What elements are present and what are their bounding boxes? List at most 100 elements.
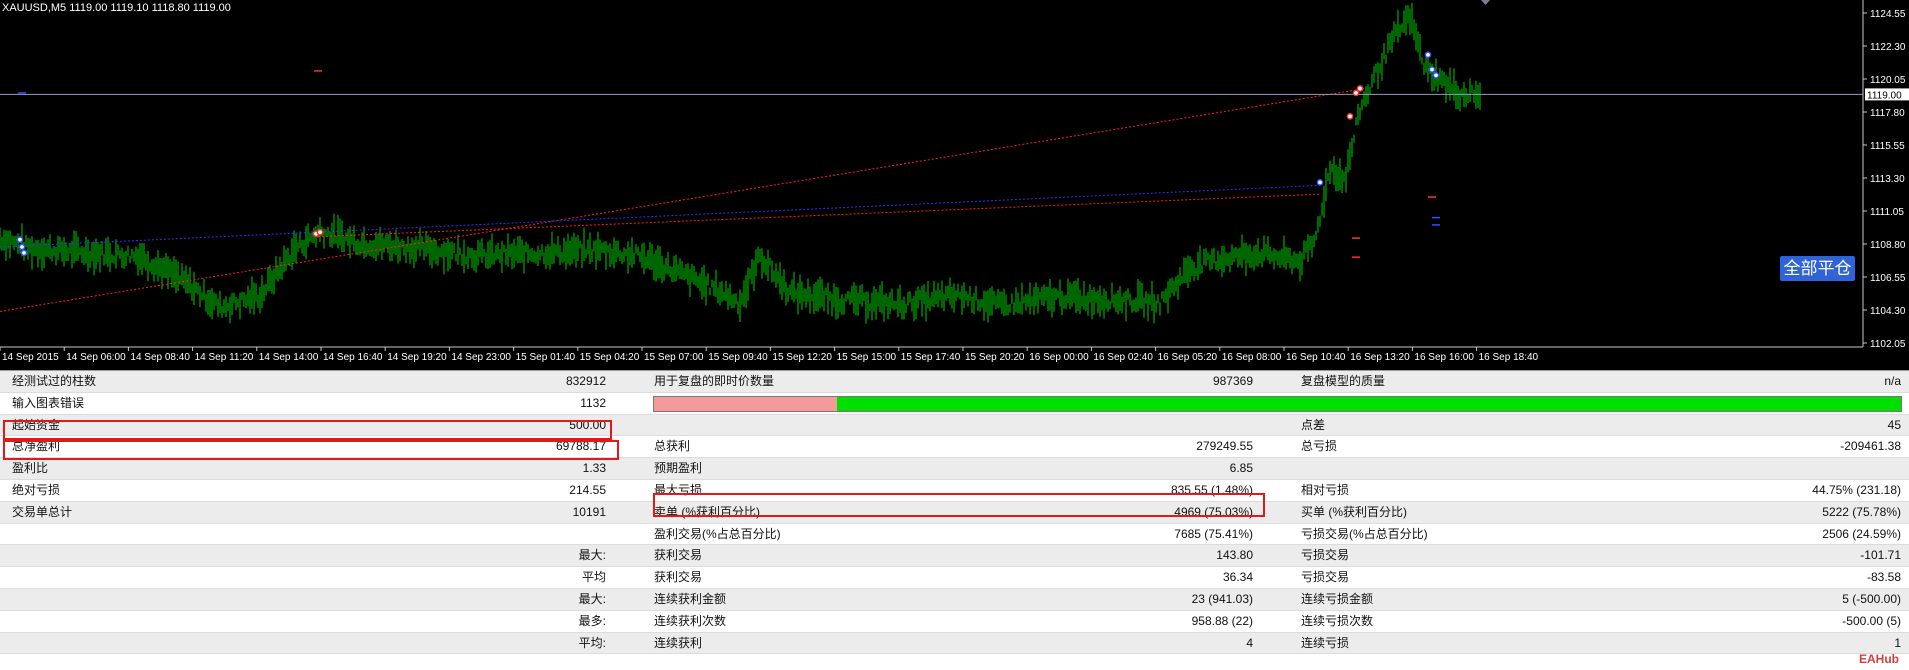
report-value: n/a	[1884, 374, 1901, 388]
report-value: 最大:	[578, 591, 606, 606]
report-row: 平均 获利交易 36.34 亏损交易 -83.58	[0, 567, 1909, 589]
time-tick-label: 16 Sep 10:40	[1286, 352, 1346, 363]
time-tick-label: 15 Sep 17:40	[901, 352, 961, 363]
report-value: 44.75% (231.18)	[1812, 482, 1901, 497]
report-value: 最大:	[578, 548, 606, 563]
modeling-quality-bar	[653, 395, 1902, 412]
trade-marker	[20, 249, 28, 257]
report-value: 4969 (75.03%)	[1174, 504, 1253, 519]
report-label: 连续亏损金额	[1301, 591, 1374, 606]
report-row: 绝对亏损 214.55 最大亏损 835.55 (1.48%) 相对亏损 44.75% (…	[0, 479, 1909, 502]
report-value: 1.33	[582, 461, 606, 476]
report-label: 获利交易	[654, 548, 703, 563]
symbol-label: XAUUSD,M5 1119.00 1119.10 1118.80 1119.0…	[2, 2, 231, 14]
time-tick-label: 14 Sep 14:00	[259, 352, 319, 363]
price-tick-label: 1117.80	[1870, 108, 1905, 119]
time-tick-label: 16 Sep 00:00	[1029, 352, 1089, 363]
price-tick-label: 1122.30	[1870, 42, 1906, 53]
report-label: 复盘模型的质量	[1301, 374, 1386, 388]
report-row: 最大: 获利交易 143.80 亏损交易 -101.71	[0, 545, 1909, 568]
report-value: 10191	[572, 504, 606, 519]
trade-marker	[1424, 51, 1432, 59]
report-value: 500.00	[569, 417, 606, 432]
report-label: 总亏损	[1301, 439, 1338, 454]
price-tick-label: 1111.05	[1870, 207, 1904, 218]
report-row: 平均: 连续获利 4 连续亏损 1	[0, 632, 1909, 655]
report-value: 214.55	[569, 482, 606, 497]
report-label: 连续获利	[654, 635, 703, 650]
time-tick-label: 14 Sep 08:40	[130, 352, 190, 363]
report-label: 最大亏损	[654, 482, 703, 497]
sell-trend-line	[317, 193, 1321, 238]
report-label: 起始资金	[12, 417, 61, 432]
time-tick-label: 16 Sep 16:00	[1414, 352, 1474, 363]
report-row: 盈利交易(%占总百分比) 7685 (75.41%) 亏损交易(%占总百分比) 250…	[0, 523, 1909, 546]
trade-marker	[1346, 113, 1354, 120]
report-value: 5222 (75.78%)	[1822, 504, 1901, 519]
report-value: 832912	[565, 374, 606, 388]
time-tick-label: 14 Sep 19:20	[387, 352, 447, 363]
price-chart[interactable]: 1124.55 1122.30 1120.05 1117.80 1115.55 1113.…	[0, 0, 1909, 370]
time-tick-label: 14 Sep 2015	[2, 352, 59, 363]
report-value: 835.55 (1.48%)	[1170, 482, 1253, 497]
report-row: 盈利比 1.33 预期盈利 6.85	[0, 458, 1909, 480]
report-value: 4	[1246, 635, 1253, 650]
report-value: 2506 (24.59%)	[1822, 526, 1901, 541]
price-tick-label: 1113.30	[1870, 174, 1905, 185]
modeling-quality-bar-red	[654, 396, 838, 411]
close-all-button[interactable]: 全部平仓	[1780, 256, 1855, 281]
current-price-label: 1119.00	[1867, 90, 1902, 101]
time-tick-label: 14 Sep 06:00	[66, 352, 126, 363]
report-label: 亏损交易	[1301, 570, 1350, 585]
time-tick-label: 16 Sep 13:20	[1350, 352, 1410, 363]
time-tick-label: 16 Sep 18:40	[1479, 352, 1539, 363]
time-tick-label: 15 Sep 01:40	[516, 352, 576, 363]
report-label: 交易单总计	[12, 504, 73, 519]
report-value: 7685 (75.41%)	[1174, 526, 1253, 541]
report-value: 143.80	[1216, 548, 1253, 563]
time-tick-label: 15 Sep 12:20	[772, 352, 832, 363]
report-label: 连续亏损次数	[1301, 613, 1374, 628]
trade-marker	[1432, 71, 1440, 79]
report-value: 45	[1887, 417, 1901, 432]
trade-marker	[18, 243, 26, 251]
report-row: 交易单总计 10191 卖单 (%获利百分比) 4969 (75.03%) 买单 (%获…	[0, 501, 1909, 524]
report-label: 亏损交易(%占总百分比)	[1301, 526, 1428, 541]
time-tick-label: 15 Sep 04:20	[580, 352, 640, 363]
time-tick-label: 15 Sep 09:40	[708, 352, 768, 363]
trade-marker	[316, 228, 324, 236]
trade-marker	[16, 236, 24, 243]
report-value: 69788.17	[555, 439, 606, 454]
report-label: 相对亏损	[1301, 482, 1350, 497]
report-value: 5 (-500.00)	[1842, 591, 1901, 606]
strategy-report: 经测试过的柱数 832912 用于复盘的即时价数量 987369 复盘模型的质量 n/a 输…	[0, 370, 1909, 655]
time-tick-label: 14 Sep 11:20	[195, 352, 254, 363]
price-tick-label: 1104.30	[1870, 306, 1906, 317]
report-row: 最大: 连续获利金额 23 (941.03) 连续亏损金额 5 (-500.00)	[0, 588, 1909, 611]
report-value: -101.71	[1860, 548, 1901, 563]
report-value: 1	[1894, 635, 1901, 650]
chart-canvas[interactable]: 1124.55 1122.30 1120.05 1117.80 1115.55 1113.…	[0, 0, 1909, 370]
report-value: 平均:	[578, 635, 606, 650]
time-tick-label: 15 Sep 15:00	[837, 352, 897, 363]
time-tick-label: 16 Sep 05:20	[1158, 352, 1218, 363]
report-label: 用于复盘的即时价数量	[654, 374, 775, 388]
trade-marker	[1356, 85, 1364, 92]
time-tick-label: 14 Sep 23:00	[451, 352, 511, 363]
report-label: 连续获利次数	[654, 613, 727, 628]
report-row: 输入图表错误 1132	[0, 392, 1909, 415]
report-value: 279249.55	[1196, 439, 1253, 454]
report-row: 最多: 连续获利次数 958.88 (22) 连续亏损次数 -500.00 (5)	[0, 610, 1909, 633]
time-tick-label: 16 Sep 08:00	[1222, 352, 1282, 363]
trade-marker	[1352, 89, 1360, 97]
report-label: 卖单 (%获利百分比)	[654, 504, 760, 519]
price-tick-label: 1120.05	[1870, 75, 1906, 86]
report-value: 平均	[581, 570, 606, 585]
report-value: 958.88 (22)	[1191, 613, 1253, 628]
shift-marker-icon	[1481, 0, 1490, 5]
report-value: -500.00 (5)	[1842, 613, 1901, 628]
report-value: 36.34	[1222, 570, 1253, 585]
time-tick-label: 16 Sep 02:40	[1093, 352, 1153, 363]
buy-trend-line	[0, 184, 1321, 248]
report-value: 最多:	[578, 613, 606, 628]
